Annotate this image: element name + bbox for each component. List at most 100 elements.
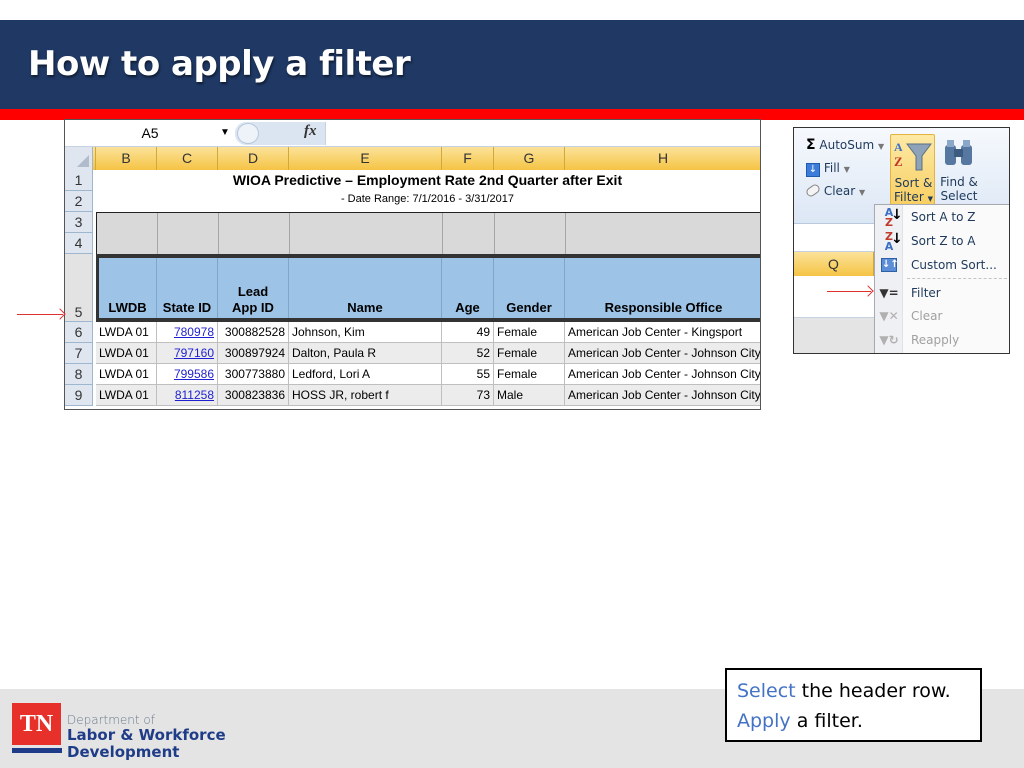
column-header-h[interactable]: H [565,147,760,170]
menu-item-label: Custom Sort... [911,258,997,272]
instruction-box: Select the header row. Apply a filter. [725,668,982,742]
column-header-c[interactable]: C [157,147,218,170]
eraser-icon [804,182,822,199]
select-all-icon [77,155,89,167]
column-header-b[interactable]: B [96,147,157,170]
table-row[interactable]: LWDA 01 799586 300773880 Ledford, Lori A… [96,364,760,385]
dept-line3: Development [67,743,180,761]
instruction-keyword-apply: Apply [737,710,791,732]
table-row[interactable]: LWDA 01 780978 300882528 Johnson, Kim 49… [96,322,760,343]
column-header-f[interactable]: F [442,147,494,170]
row-header-6[interactable]: 6 [65,322,93,343]
cell-gender[interactable]: Female [494,364,565,384]
menu-item-label: Sort A to Z [911,210,976,224]
header-lwdb-label: LWDB [108,300,147,315]
cell-lwdb[interactable]: LWDA 01 [96,385,157,405]
cell-age[interactable]: 49 [442,322,494,342]
row-5-pointer-arrow [17,314,63,315]
binoculars-icon [945,140,972,165]
instruction-line-2: Apply a filter. [737,706,970,736]
cell-lwdb[interactable]: LWDA 01 [96,343,157,363]
header-name[interactable]: Name [289,258,442,318]
header-age[interactable]: Age [442,258,494,318]
cell-office[interactable]: American Job Center - Johnson City [565,364,760,384]
select-all-button[interactable] [65,147,93,170]
sheet-fragment-gray [794,318,874,353]
table-row[interactable]: LWDA 01 797160 300897924 Dalton, Paula R… [96,343,760,364]
cell-name[interactable]: Dalton, Paula R [289,343,442,363]
row-header-3[interactable]: 3 [65,212,93,233]
cell-office[interactable]: American Job Center - Johnson City [565,343,760,363]
cell-name[interactable]: Ledford, Lori A [289,364,442,384]
row-header-8[interactable]: 8 [65,364,93,385]
row-header-7[interactable]: 7 [65,343,93,364]
header-lead-app-id[interactable]: Lead App ID [218,258,289,318]
formula-expand-icon[interactable] [237,123,259,144]
logo-underline [12,748,62,753]
cell-gender[interactable]: Female [494,322,565,342]
row-header-9[interactable]: 9 [65,385,93,406]
cell-name[interactable]: Johnson, Kim [289,322,442,342]
insert-function-icon[interactable]: fx [304,123,317,140]
formula-input[interactable] [325,122,760,145]
cell-lead-app-id[interactable]: 300823836 [218,385,289,405]
menu-item-filter[interactable]: ▼= Filter [875,282,1009,305]
name-box-dropdown-icon[interactable]: ▼ [220,124,230,142]
column-headers: B C D E F G H [65,147,760,170]
column-header-d[interactable]: D [218,147,289,170]
menu-item-sort-a-z[interactable]: A Z ↓ Sort A to Z [875,206,1009,229]
column-header-g[interactable]: G [494,147,565,170]
cell-age[interactable]: 73 [442,385,494,405]
header-gender[interactable]: Gender [494,258,565,318]
cell-state-id-link[interactable]: 780978 [157,322,218,342]
sort-filter-button[interactable]: A Z Sort & Filter ▼ [890,134,935,206]
autosum-button[interactable]: Σ AutoSum ▼ [806,137,884,153]
cell-age[interactable]: 55 [442,364,494,384]
row-header-5[interactable]: 5 [65,254,93,322]
column-header-q[interactable]: Q [794,252,874,276]
name-box[interactable]: A5 [65,123,235,143]
clear-filter-icon: ▼✕ [879,309,899,323]
find-select-button[interactable]: Find & Select ▼ [936,134,982,216]
cell-lead-app-id[interactable]: 300897924 [218,343,289,363]
header-responsible-office[interactable]: Responsible Office [565,258,760,318]
cell-office[interactable]: American Job Center - Johnson City [565,385,760,405]
row-header-4[interactable]: 4 [65,233,93,254]
gridline [289,213,290,254]
cell-office[interactable]: American Job Center - Kingsport [565,322,760,342]
column-header-e[interactable]: E [289,147,442,170]
instruction-line-1: Select the header row. [737,676,970,706]
cell-state-id-link[interactable]: 799586 [157,364,218,384]
table-row[interactable]: LWDA 01 811258 300823836 HOSS JR, robert… [96,385,760,406]
menu-item-reapply[interactable]: ▼↻ Reapply [875,329,1009,352]
fill-button[interactable]: ↓ Fill ▼ [806,161,850,177]
header-state-id[interactable]: State ID [157,258,218,318]
table-header-row[interactable]: LWDB State ID Lead App ID Name Age Gende… [96,254,760,322]
dept-line1: Department of [67,713,155,727]
find-select-label-text: Select [940,189,978,203]
cell-lead-app-id[interactable]: 300882528 [218,322,289,342]
header-lead-app-id-line2: App ID [232,300,274,315]
header-lwdb[interactable]: LWDB [99,258,157,318]
gridline [157,213,158,254]
cell-state-id-link[interactable]: 811258 [157,385,218,405]
cell-name[interactable]: HOSS JR, robert f [289,385,442,405]
row-header-1[interactable]: 1 [65,170,93,191]
cell-age[interactable]: 52 [442,343,494,363]
report-title: WIOA Predictive – Employment Rate 2nd Qu… [232,172,623,188]
cell-state-id-link[interactable]: 797160 [157,343,218,363]
row-header-2[interactable]: 2 [65,191,93,212]
cell-lwdb[interactable]: LWDA 01 [96,364,157,384]
cell-gender[interactable]: Male [494,385,565,405]
menu-item-clear[interactable]: ▼✕ Clear [875,305,1009,328]
fill-label: Fill [823,161,840,175]
cell-gender[interactable]: Female [494,343,565,363]
chevron-down-icon: ▼ [859,188,866,197]
clear-button[interactable]: Clear ▼ [804,182,866,199]
cell-lead-app-id[interactable]: 300773880 [218,364,289,384]
header-name-label: Name [347,300,383,315]
menu-item-custom-sort[interactable]: ↓↑ Custom Sort... [875,254,1009,277]
cell-lwdb[interactable]: LWDA 01 [96,322,157,342]
menu-item-sort-z-a[interactable]: Z A ↓ Sort Z to A [875,230,1009,253]
formula-bar: A5 ▼ fx [65,120,760,147]
